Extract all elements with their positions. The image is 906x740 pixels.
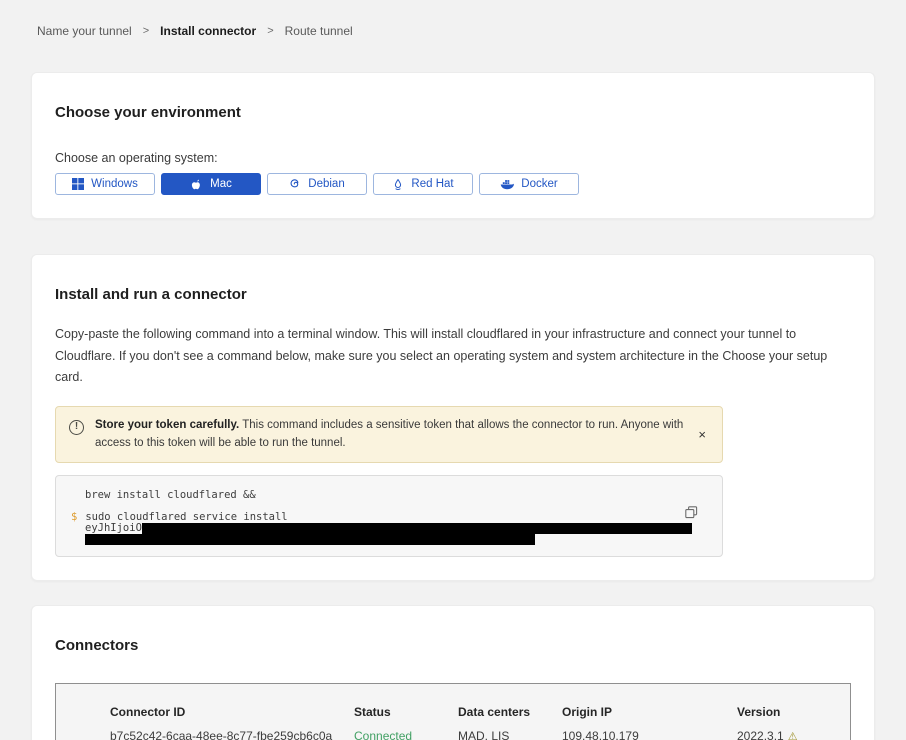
token-line: eyJhIjoiO xyxy=(85,523,708,534)
os-button-windows[interactable]: Windows xyxy=(55,173,155,195)
connectors-card-title: Connectors xyxy=(55,637,851,654)
header-connector-id: Connector ID xyxy=(110,705,354,719)
cell-connector-id: b7c52c42-6caa-48ee-8c77-fbe259cb6c0a xyxy=(110,729,354,740)
warning-triangle-icon: ⚠ xyxy=(788,731,798,740)
connectors-table-header: Connector ID Status Data centers Origin … xyxy=(110,705,840,719)
tunnel-setup-page: Name your tunnel > Install connector > R… xyxy=(0,0,906,740)
install-connector-card: Install and run a connector Copy-paste t… xyxy=(31,254,875,581)
os-button-label: Debian xyxy=(308,178,344,190)
apple-icon xyxy=(190,178,203,191)
breadcrumb-separator: > xyxy=(267,25,273,37)
redaction-bar xyxy=(142,523,692,534)
environment-card-title: Choose your environment xyxy=(55,104,851,121)
copy-icon[interactable] xyxy=(685,506,698,522)
breadcrumb: Name your tunnel > Install connector > R… xyxy=(37,24,869,38)
shell-prompt: $ xyxy=(71,511,77,523)
os-select-label: Choose an operating system: xyxy=(55,151,851,165)
code-line-brew: brew install cloudflared && xyxy=(85,489,708,501)
os-button-redhat[interactable]: Red Hat xyxy=(373,173,473,195)
connectors-table: Connector ID Status Data centers Origin … xyxy=(55,683,851,740)
docker-icon xyxy=(500,179,514,190)
table-row: b7c52c42-6caa-48ee-8c77-fbe259cb6c0a Con… xyxy=(110,729,840,740)
debian-icon xyxy=(289,178,301,190)
breadcrumb-separator: > xyxy=(143,25,149,37)
os-button-label: Docker xyxy=(521,178,557,190)
status-badge: Connected xyxy=(354,729,458,740)
os-button-debian[interactable]: Debian xyxy=(267,173,367,195)
connectors-card: Connectors Connector ID Status Data cent… xyxy=(31,605,875,740)
breadcrumb-name-your-tunnel[interactable]: Name your tunnel xyxy=(37,24,132,38)
cell-origin-ip: 109.48.10.179 xyxy=(562,729,737,740)
token-warning-banner: ! Store your token carefully. This comma… xyxy=(55,406,723,464)
install-command-codeblock: brew install cloudflared && $ sudo cloud… xyxy=(55,475,723,557)
os-button-label: Red Hat xyxy=(411,178,453,190)
warning-bold-lead: Store your token carefully. xyxy=(95,419,239,431)
os-button-label: Mac xyxy=(210,178,232,190)
redhat-icon xyxy=(392,178,404,191)
cell-version: 2022.3.1 ⚠ xyxy=(737,729,840,740)
header-data-centers: Data centers xyxy=(458,705,562,719)
os-button-label: Windows xyxy=(91,178,138,190)
warning-text: Store your token carefully. This command… xyxy=(95,416,683,454)
windows-icon xyxy=(72,178,84,190)
environment-card: Choose your environment Choose an operat… xyxy=(31,72,875,219)
cell-data-centers: MAD, LIS xyxy=(458,729,562,740)
install-description: Copy-paste the following command into a … xyxy=(55,324,851,389)
header-status: Status xyxy=(354,705,458,719)
close-icon[interactable]: × xyxy=(694,428,710,441)
breadcrumb-route-tunnel[interactable]: Route tunnel xyxy=(285,24,353,38)
os-button-group: Windows Mac Debian xyxy=(55,173,851,195)
install-card-title: Install and run a connector xyxy=(55,286,851,303)
version-value: 2022.3.1 xyxy=(737,729,784,740)
redaction-bar xyxy=(85,534,535,545)
os-button-docker[interactable]: Docker xyxy=(479,173,579,195)
header-origin-ip: Origin IP xyxy=(562,705,737,719)
alert-circle-icon: ! xyxy=(69,420,84,435)
header-version: Version xyxy=(737,705,840,719)
breadcrumb-install-connector[interactable]: Install connector xyxy=(160,24,256,38)
os-button-mac[interactable]: Mac xyxy=(161,173,261,195)
token-prefix: eyJhIjoiO xyxy=(85,522,142,534)
